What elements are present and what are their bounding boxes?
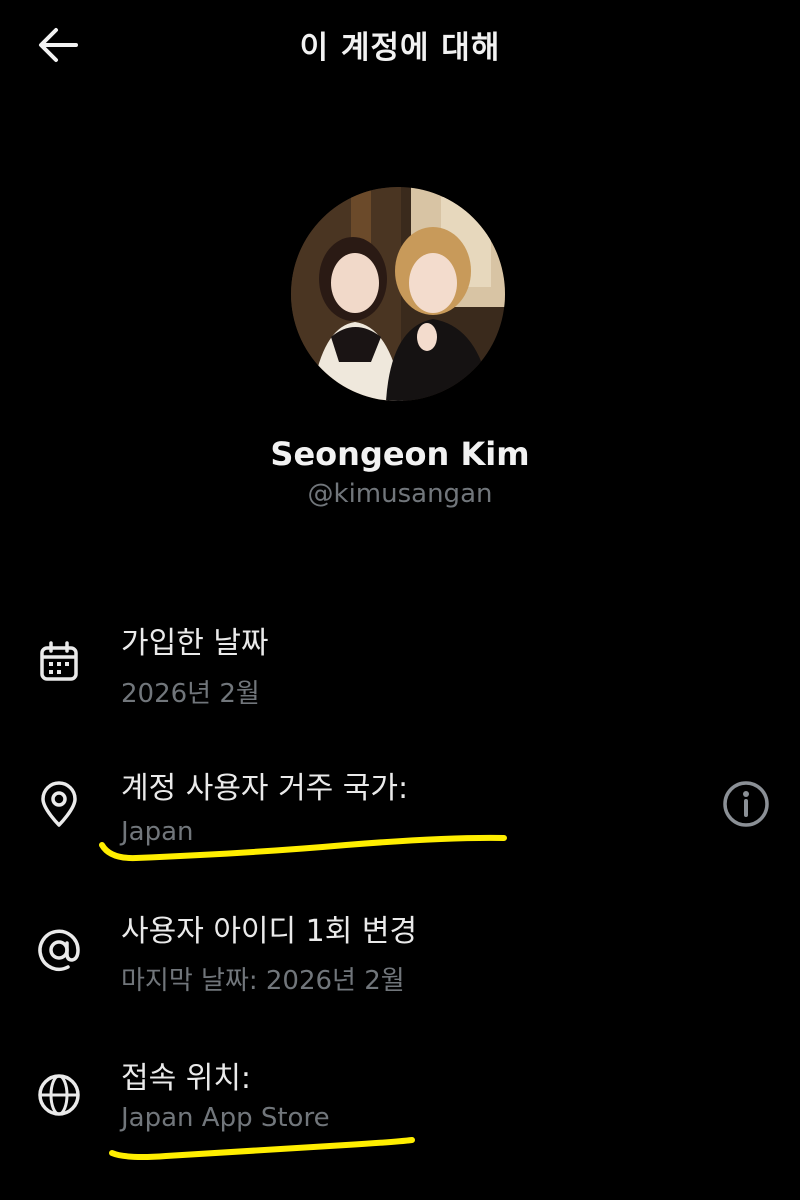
globe-icon bbox=[34, 1070, 84, 1120]
info-icon bbox=[723, 781, 769, 827]
top-bar: 이 계정에 대해 bbox=[0, 0, 800, 90]
profile-avatar[interactable] bbox=[291, 187, 505, 401]
page-title: 이 계정에 대해 bbox=[299, 30, 501, 66]
account-country-value: Japan bbox=[121, 817, 194, 847]
connected-via-value: Japan App Store bbox=[121, 1103, 330, 1133]
account-country-row: 계정 사용자 거주 국가: Japan bbox=[0, 760, 800, 870]
connected-via-title: 접속 위치: bbox=[121, 1061, 252, 1096]
joined-date-row: 가입한 날짜 2026년 2월 bbox=[0, 615, 800, 725]
username-change-row: 사용자 아이디 1회 변경 마지막 날짜: 2026년 2월 bbox=[0, 903, 800, 1013]
account-country-title: 계정 사용자 거주 국가: bbox=[121, 771, 409, 806]
joined-date-title: 가입한 날짜 bbox=[121, 626, 269, 661]
at-sign-icon bbox=[34, 925, 84, 975]
display-name: Seongeon Kim bbox=[270, 435, 530, 473]
profile-photo bbox=[291, 187, 505, 401]
username-handle: @kimusangan bbox=[307, 479, 493, 509]
info-button[interactable] bbox=[720, 778, 772, 830]
username-change-title: 사용자 아이디 1회 변경 bbox=[121, 914, 418, 949]
username-change-value: 마지막 날짜: 2026년 2월 bbox=[121, 966, 405, 996]
calendar-icon bbox=[34, 637, 84, 687]
connected-via-row: 접속 위치: Japan App Store bbox=[0, 1050, 800, 1160]
location-pin-icon bbox=[34, 780, 84, 830]
joined-date-value: 2026년 2월 bbox=[121, 679, 260, 709]
